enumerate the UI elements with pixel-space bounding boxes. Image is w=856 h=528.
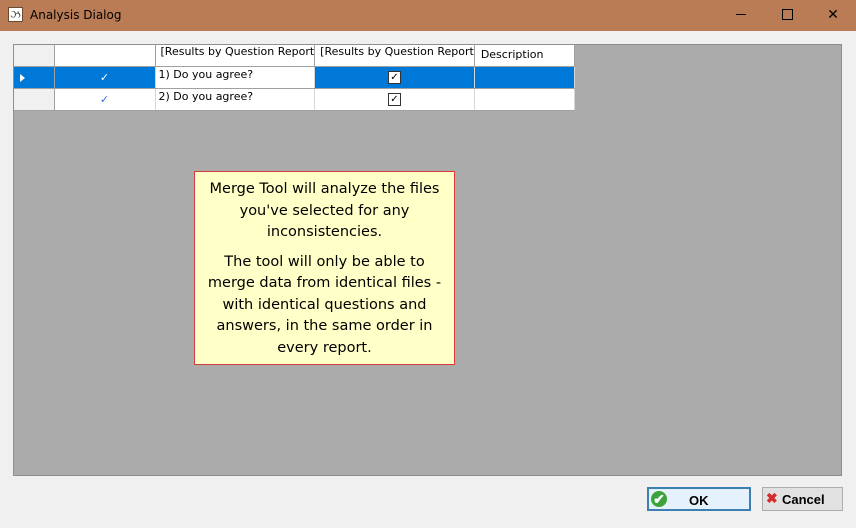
minimize-button[interactable] <box>718 0 764 31</box>
cancel-button-label: Cancel <box>782 492 825 507</box>
grid-header-row: [Results by Question Report [Results by … <box>14 45 575 67</box>
row-header[interactable] <box>14 66 55 89</box>
window-title: Analysis Dialog <box>30 8 122 22</box>
question-cell[interactable]: 2) Do you agree? <box>155 88 316 111</box>
maximize-button[interactable] <box>764 0 810 31</box>
row-check-icon[interactable]: ✓ <box>54 66 156 89</box>
red-x-icon: ✖ <box>766 490 778 506</box>
check-circle-icon: ✔ <box>651 491 667 507</box>
info-paragraph-2: The tool will only be able to merge data… <box>207 253 442 356</box>
info-paragraph-1: Merge Tool will analyze the files you've… <box>209 181 440 240</box>
description-cell[interactable] <box>474 66 575 89</box>
row-header[interactable] <box>14 88 55 111</box>
grid-corner-cell[interactable] <box>14 45 55 67</box>
current-row-arrow-icon <box>20 73 25 82</box>
row-check-icon[interactable]: ✓ <box>54 88 156 111</box>
include-checkbox[interactable]: ✓ <box>387 71 401 84</box>
question-cell[interactable]: 1) Do you agree? <box>155 66 316 89</box>
table-row[interactable]: ✓ 2) Do you agree? ✓ <box>14 88 575 111</box>
column-header-check[interactable] <box>54 45 156 67</box>
description-cell[interactable] <box>474 88 575 111</box>
title-bar[interactable]: ઝ Analysis Dialog ✕ <box>0 0 856 31</box>
include-checkbox-cell[interactable]: ✓ <box>314 88 475 111</box>
column-header-results-1[interactable]: [Results by Question Report <box>155 45 316 67</box>
maximize-icon <box>781 9 793 20</box>
column-header-description[interactable]: Description <box>474 45 575 67</box>
grid-table: [Results by Question Report [Results by … <box>14 45 575 111</box>
column-header-results-2[interactable]: [Results by Question Report <box>314 45 475 67</box>
ok-button[interactable]: ✔ OK <box>647 487 751 511</box>
include-checkbox-cell[interactable]: ✓ <box>314 66 475 89</box>
ok-button-label: OK <box>689 493 709 508</box>
app-icon: ઝ <box>8 7 23 22</box>
table-row[interactable]: ✓ 1) Do you agree? ✓ <box>14 66 575 89</box>
cancel-button[interactable]: ✖ Cancel <box>762 487 843 511</box>
minimize-icon <box>736 14 746 15</box>
include-checkbox[interactable]: ✓ <box>387 93 401 106</box>
close-button[interactable]: ✕ <box>810 0 856 31</box>
info-message-box: Merge Tool will analyze the files you've… <box>194 171 455 365</box>
close-icon: ✕ <box>827 7 839 23</box>
